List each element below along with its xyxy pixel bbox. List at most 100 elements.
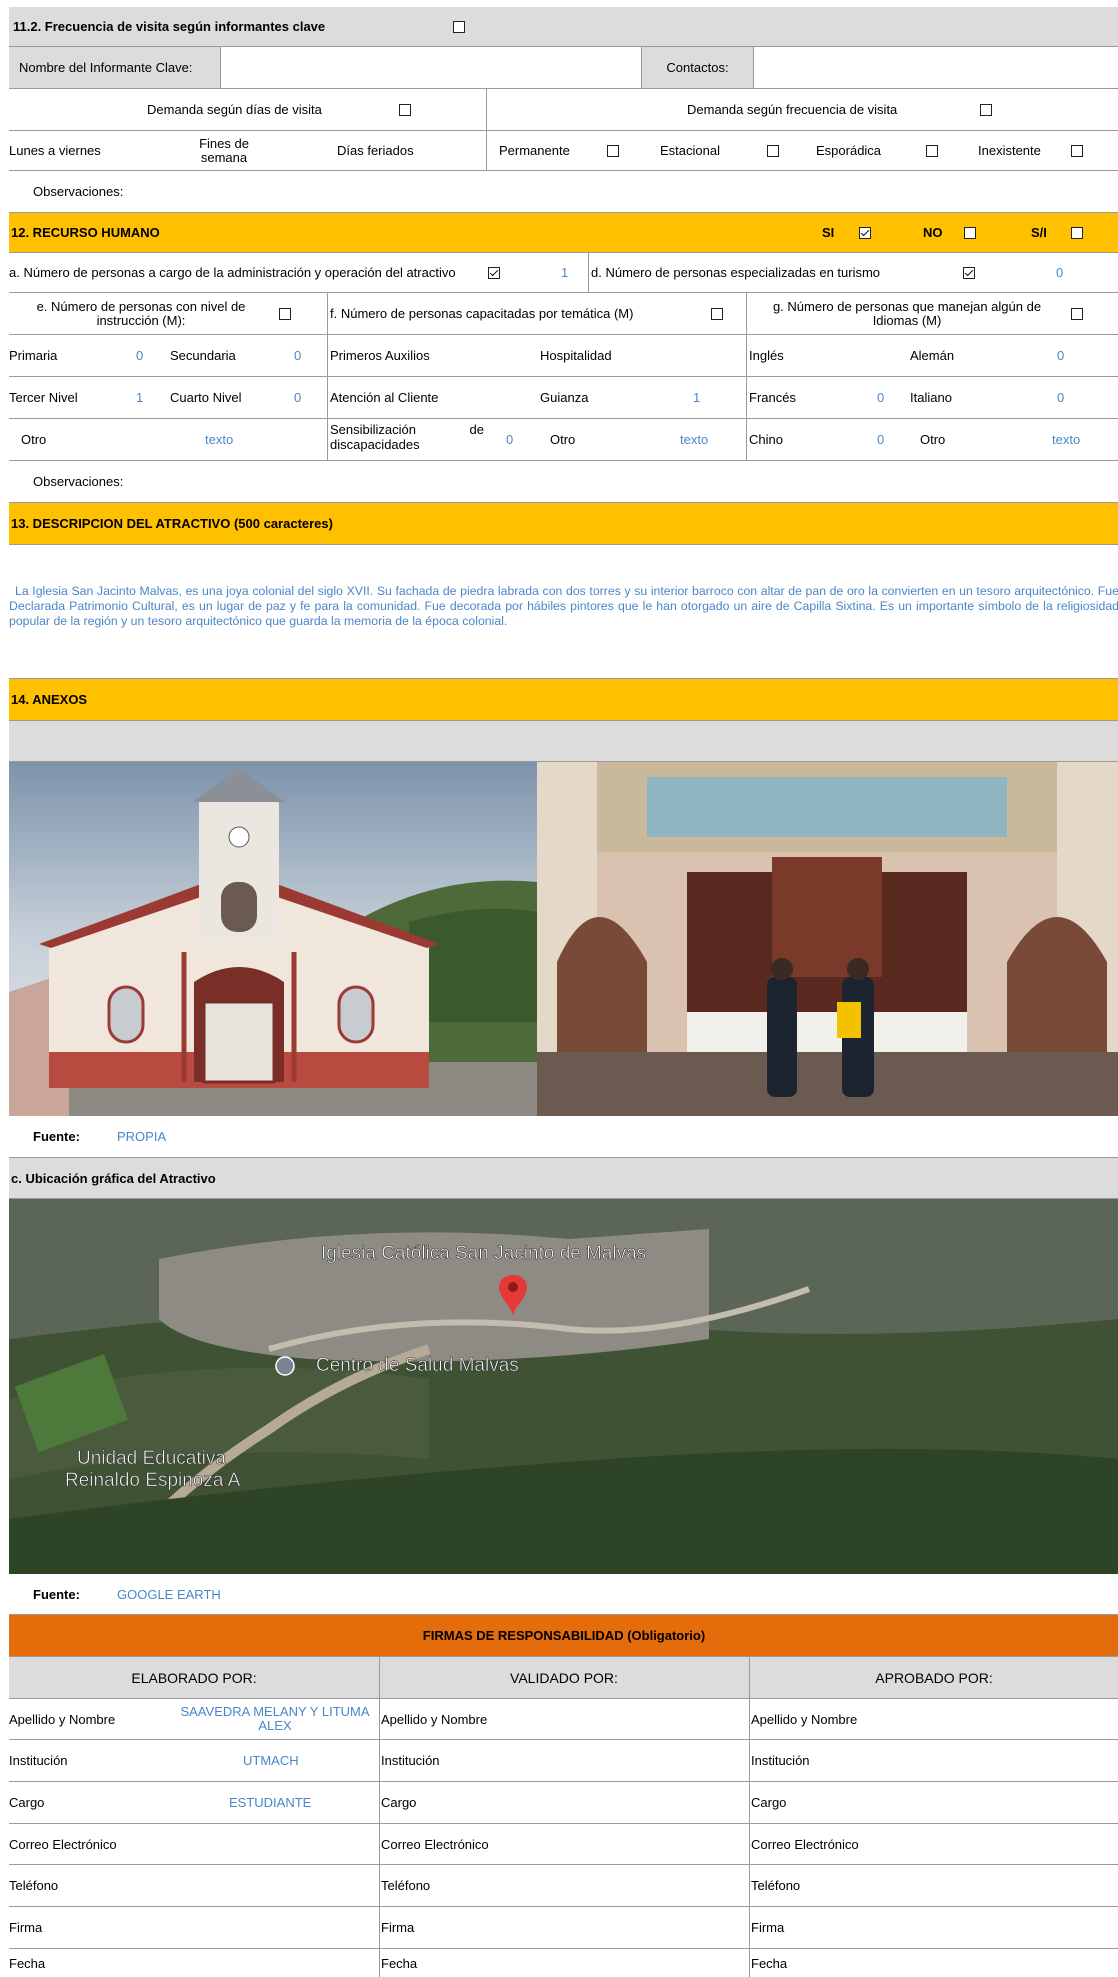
row-a-d: a. Número de personas a cargo de la admi… [9, 253, 1118, 293]
correo-label-2: Correo Electrónico [381, 1836, 489, 1852]
guianza-value: 1 [693, 390, 701, 405]
firmas-row-apellido: Apellido y Nombre SAAVEDRA MELANY Y LITU… [9, 1699, 1118, 1740]
demanda-frec-label: Demanda según frecuencia de visita [687, 102, 898, 117]
map-label-salud: Centro de Salud Malvas [316, 1355, 519, 1376]
correo-label-1: Correo Electrónico [9, 1836, 117, 1852]
elaborado-label: ELABORADO POR: [131, 1669, 257, 1686]
section-12-header: 12. RECURSO HUMANO SI NO S/I [9, 213, 1118, 253]
institucion-label-1: Institución [9, 1753, 68, 1768]
fuente-photo-value: PROPIA [117, 1129, 167, 1144]
atencion-label: Atención al Cliente [330, 390, 439, 405]
obs-11-row: Observaciones: [9, 171, 1118, 213]
firma-label-1: Firma [9, 1920, 43, 1935]
apellido-value-1: SAAVEDRA MELANY Y LITUMA ALEX [180, 1704, 370, 1733]
d-value: 0 [1056, 265, 1064, 280]
fuente-map-row: Fuente: GOOGLE EARTH [9, 1574, 1118, 1615]
obs-11-label: Observaciones: [33, 184, 124, 199]
telefono-label-3: Teléfono [751, 1878, 801, 1893]
fecha-label-1: Fecha [9, 1955, 46, 1971]
section-11-header: 11.2. Frecuencia de visita según informa… [9, 7, 1118, 47]
map-header: c. Ubicación gráfica del Atractivo [9, 1158, 1118, 1199]
feriados-label: Días feriados [337, 143, 414, 158]
otro-g-value: texto [1052, 432, 1081, 447]
frances-value: 0 [877, 390, 885, 405]
fines-label: Fines de semana [199, 135, 249, 165]
otro-f-value: texto [680, 432, 709, 447]
f-checkbox[interactable] [711, 307, 723, 320]
contactos-label: Contactos: [641, 47, 753, 88]
correo-label-3: Correo Electrónico [751, 1836, 859, 1852]
apellido-label-1: Apellido y Nombre [9, 1711, 116, 1727]
estacional-label: Estacional [660, 143, 720, 158]
cargo-label-3: Cargo [751, 1795, 787, 1810]
a-value: 1 [561, 265, 569, 280]
section-13-title: 13. DESCRIPCION DEL ATRACTIVO (500 carac… [11, 516, 333, 531]
d-checkbox[interactable] [963, 266, 975, 279]
cargo-value-1: ESTUDIANTE [229, 1795, 312, 1810]
church-interior-photo [537, 762, 1118, 1116]
guianza-label: Guianza [540, 390, 589, 405]
row-12-2: Tercer Nivel 1 Cuarto Nivel 0 Atención a… [9, 377, 1118, 419]
s-i-checkbox[interactable] [1071, 226, 1083, 239]
section-12-title: 12. RECURSO HUMANO [11, 225, 160, 240]
map-title: c. Ubicación gráfica del Atractivo [11, 1170, 216, 1186]
demanda-frec-checkbox[interactable] [980, 103, 992, 116]
permanente-checkbox[interactable] [607, 144, 619, 157]
obs-12-label: Observaciones: [33, 474, 124, 489]
sensib-word-2: discapacidades [330, 437, 420, 452]
row-12-1: Primaria 0 Secundaria 0 Primeros Auxilio… [9, 335, 1118, 377]
nombre-field[interactable] [221, 47, 641, 88]
inexistente-checkbox[interactable] [1071, 144, 1083, 157]
chino-label: Chino [749, 432, 783, 447]
fuente-photo-row: Fuente: PROPIA [9, 1116, 1118, 1158]
g-checkbox[interactable] [1071, 307, 1083, 320]
demanda-dias-label: Demanda según días de visita [147, 102, 322, 117]
esporadica-label: Esporádica [816, 143, 882, 158]
estacional-checkbox[interactable] [767, 144, 779, 157]
si-checkbox[interactable] [859, 226, 871, 239]
italiano-label: Italiano [910, 390, 952, 405]
contactos-field[interactable] [754, 47, 1118, 88]
cargo-label-2: Cargo [381, 1795, 417, 1810]
fecha-label-3: Fecha [751, 1955, 788, 1971]
row-12-3: Otro texto Sensibilización de discapacida… [9, 419, 1118, 461]
firmas-title: FIRMAS DE RESPONSABILIDAD (Obligatorio) [422, 1628, 706, 1643]
a-checkbox[interactable] [488, 266, 500, 279]
sensib-word: Sensibilización [330, 422, 416, 437]
sensib-label: Sensibilización de discapacidades [330, 422, 484, 452]
inexistente-label: Inexistente [978, 143, 1041, 158]
demanda-row: Demanda según días de visita Demanda seg… [9, 89, 1118, 131]
firmas-row-telefono: Teléfono Teléfono Teléfono [9, 1865, 1118, 1907]
church-exterior-photo [9, 762, 537, 1116]
firmas-col-headers: ELABORADO POR: VALIDADO POR: APROBADO PO… [9, 1657, 1118, 1699]
d-label: d. Número de personas especializadas en … [591, 265, 881, 280]
otro-f-label: Otro [550, 432, 576, 447]
firmas-row-cargo: Cargo ESTUDIANTE Cargo Cargo [9, 1782, 1118, 1824]
section-14-header: 14. ANEXOS [9, 679, 1118, 721]
tercer-value: 1 [136, 390, 144, 405]
demanda-dias-checkbox[interactable] [399, 103, 411, 116]
firmas-row-institucion: Institución UTMACH Institución Instituci… [9, 1740, 1118, 1782]
primaria-value: 0 [136, 348, 144, 363]
section-14-title: 14. ANEXOS [11, 692, 88, 707]
telefono-label-2: Teléfono [381, 1878, 431, 1893]
hospitalidad-label: Hospitalidad [540, 348, 612, 363]
firmas-header: FIRMAS DE RESPONSABILIDAD (Obligatorio) [9, 1615, 1118, 1657]
e-checkbox[interactable] [279, 307, 291, 320]
fecha-label-2: Fecha [381, 1955, 418, 1971]
secundaria-label: Secundaria [170, 348, 236, 363]
ingles-label: Inglés [749, 348, 784, 363]
cuarto-value: 0 [294, 390, 302, 405]
no-checkbox[interactable] [964, 226, 976, 239]
section-11-checkbox[interactable] [453, 20, 465, 33]
a-label: a. Número de personas a cargo de la admi… [9, 264, 456, 280]
dias-row: Lunes a viernes Fines de semana Días fer… [9, 131, 1118, 171]
cargo-label-1: Cargo [9, 1795, 45, 1810]
firmas-row-firma: Firma Firma Firma [9, 1907, 1118, 1949]
description-text: La Iglesia San Jacinto Malvas, es una jo… [9, 584, 1118, 628]
secundaria-value: 0 [294, 348, 302, 363]
satellite-map[interactable]: Iglesia Católica San Jacinto de Malvas C… [9, 1199, 1118, 1574]
esporadica-checkbox[interactable] [926, 144, 938, 157]
primaria-label: Primaria [9, 348, 58, 363]
italiano-value: 0 [1057, 390, 1065, 405]
